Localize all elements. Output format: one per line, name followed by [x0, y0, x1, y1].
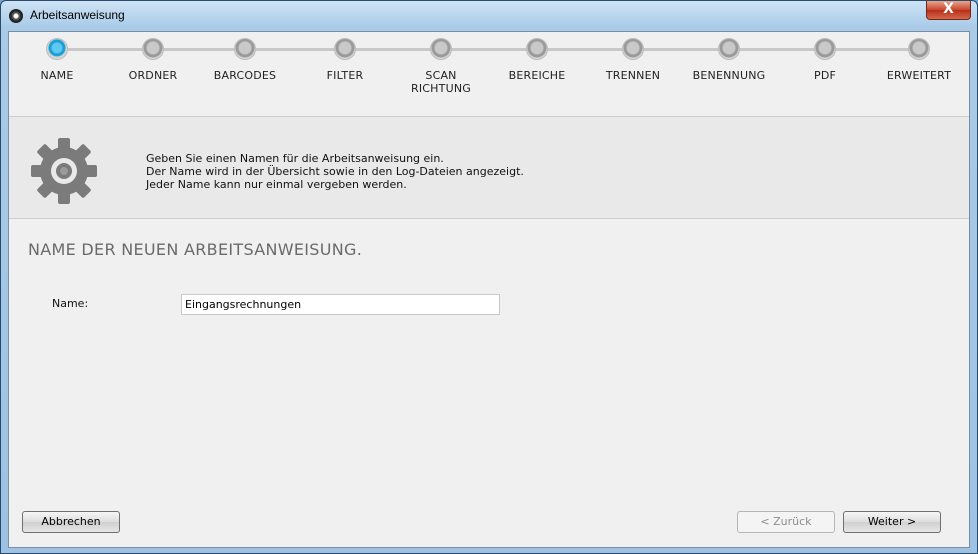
- step-indicator-icon: [234, 38, 256, 60]
- step-label: SCAN RICHTUNG: [411, 69, 471, 95]
- step-indicator-icon: [430, 38, 452, 60]
- cancel-button[interactable]: Abbrechen: [22, 511, 120, 533]
- name-input[interactable]: [181, 294, 500, 315]
- info-line: Geben Sie einen Namen für die Arbeitsanw…: [146, 152, 444, 165]
- close-button[interactable]: X: [926, 1, 971, 20]
- info-panel: Geben Sie einen Namen für die Arbeitsanw…: [9, 117, 969, 218]
- step-bereiche[interactable]: BEREICHE: [482, 38, 592, 82]
- step-label: NAME: [40, 69, 74, 82]
- window-title: Arbeitsanweisung: [30, 8, 125, 22]
- info-line: Der Name wird in der Übersicht sowie in …: [146, 165, 524, 178]
- step-trennen[interactable]: TRENNEN: [578, 38, 688, 82]
- step-indicator-icon: [622, 38, 644, 60]
- info-text: Geben Sie einen Namen für die Arbeitsanw…: [146, 152, 524, 191]
- step-label: BARCODES: [213, 69, 277, 82]
- step-indicator-icon: [142, 38, 164, 60]
- title-bar[interactable]: Arbeitsanweisung X: [1, 1, 977, 29]
- step-indicator-icon: [334, 38, 356, 60]
- info-line: Jeder Name kann nur einmal vergeben werd…: [146, 178, 407, 191]
- divider: [9, 218, 969, 219]
- step-label: FILTER: [326, 69, 364, 82]
- step-name[interactable]: NAME: [2, 38, 112, 82]
- step-indicator-icon: [46, 38, 68, 60]
- back-button[interactable]: < Zurück: [737, 511, 835, 533]
- next-button[interactable]: Weiter >: [843, 511, 941, 533]
- name-label: Name:: [52, 297, 89, 310]
- step-scan-richtung[interactable]: SCAN RICHTUNG: [386, 38, 496, 95]
- step-label: TRENNEN: [605, 69, 661, 82]
- wizard-stepper: NAME ORDNER BARCODES FILTER SCAN RICHTUNG BER…: [9, 32, 969, 116]
- step-label: ERWEITERT: [886, 69, 952, 82]
- gear-icon: [29, 136, 99, 206]
- step-label: BENENNUNG: [692, 69, 766, 82]
- app-gear-icon: [9, 9, 23, 23]
- step-indicator-icon: [526, 38, 548, 60]
- step-indicator-icon: [908, 38, 930, 60]
- step-label: BEREICHE: [508, 69, 566, 82]
- step-benennung[interactable]: BENENNUNG: [674, 38, 784, 82]
- dialog-window: Arbeitsanweisung X NAME ORDNER BARCODES FIL…: [0, 0, 978, 554]
- step-indicator-icon: [814, 38, 836, 60]
- step-indicator-icon: [718, 38, 740, 60]
- section-title: NAME DER NEUEN ARBEITSANWEISUNG.: [28, 240, 363, 259]
- dialog-content: NAME ORDNER BARCODES FILTER SCAN RICHTUNG BER…: [8, 31, 970, 548]
- step-erweitert[interactable]: ERWEITERT: [864, 38, 974, 82]
- step-filter[interactable]: FILTER: [290, 38, 400, 82]
- step-barcodes[interactable]: BARCODES: [190, 38, 300, 82]
